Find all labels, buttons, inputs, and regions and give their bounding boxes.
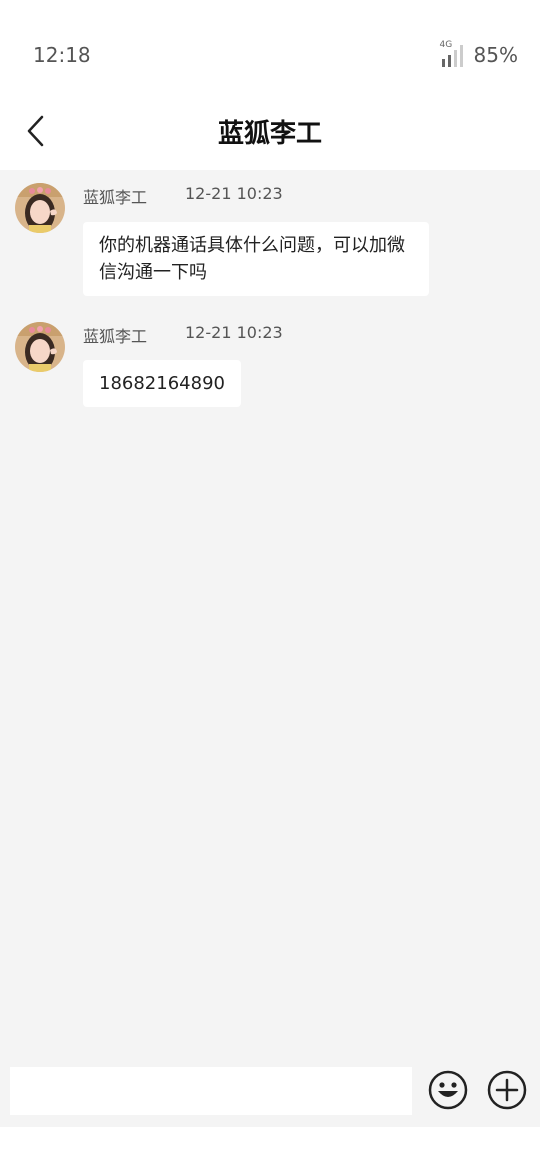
- emoji-icon: [428, 1070, 468, 1110]
- sender-name: 蓝狐李工: [83, 327, 148, 346]
- network-type: 4G: [439, 40, 453, 50]
- avatar[interactable]: [15, 183, 65, 233]
- plus-icon: [487, 1070, 527, 1110]
- chat-area[interactable]: 蓝狐李工 12-21 10:23 你的机器通话具体什么问题，可以加微信沟通一下吗…: [0, 170, 540, 1057]
- message-time: 12-21 10:23: [185, 323, 283, 342]
- message-bubble[interactable]: 18682164890: [83, 360, 241, 407]
- emoji-button[interactable]: [427, 1069, 469, 1111]
- battery-level: 85%: [473, 43, 518, 67]
- status-bar: 12:18 4G 85%: [0, 0, 540, 95]
- nav-bar: 蓝狐李工: [0, 95, 540, 170]
- page-title: 蓝狐李工: [217, 119, 322, 149]
- sender-name: 蓝狐李工: [83, 188, 148, 207]
- input-bar: [0, 1057, 540, 1127]
- avatar[interactable]: [15, 322, 65, 372]
- message-time: 12-21 10:23: [185, 184, 283, 203]
- add-button[interactable]: [486, 1069, 528, 1111]
- message-bubble[interactable]: 你的机器通话具体什么问题，可以加微信沟通一下吗: [83, 222, 429, 296]
- message-input[interactable]: [10, 1067, 412, 1115]
- signal-icon: 4G: [439, 40, 466, 67]
- status-indicators: 4G 85%: [439, 40, 518, 67]
- bottom-safe-area: [0, 1127, 540, 1168]
- status-time: 12:18: [33, 43, 91, 67]
